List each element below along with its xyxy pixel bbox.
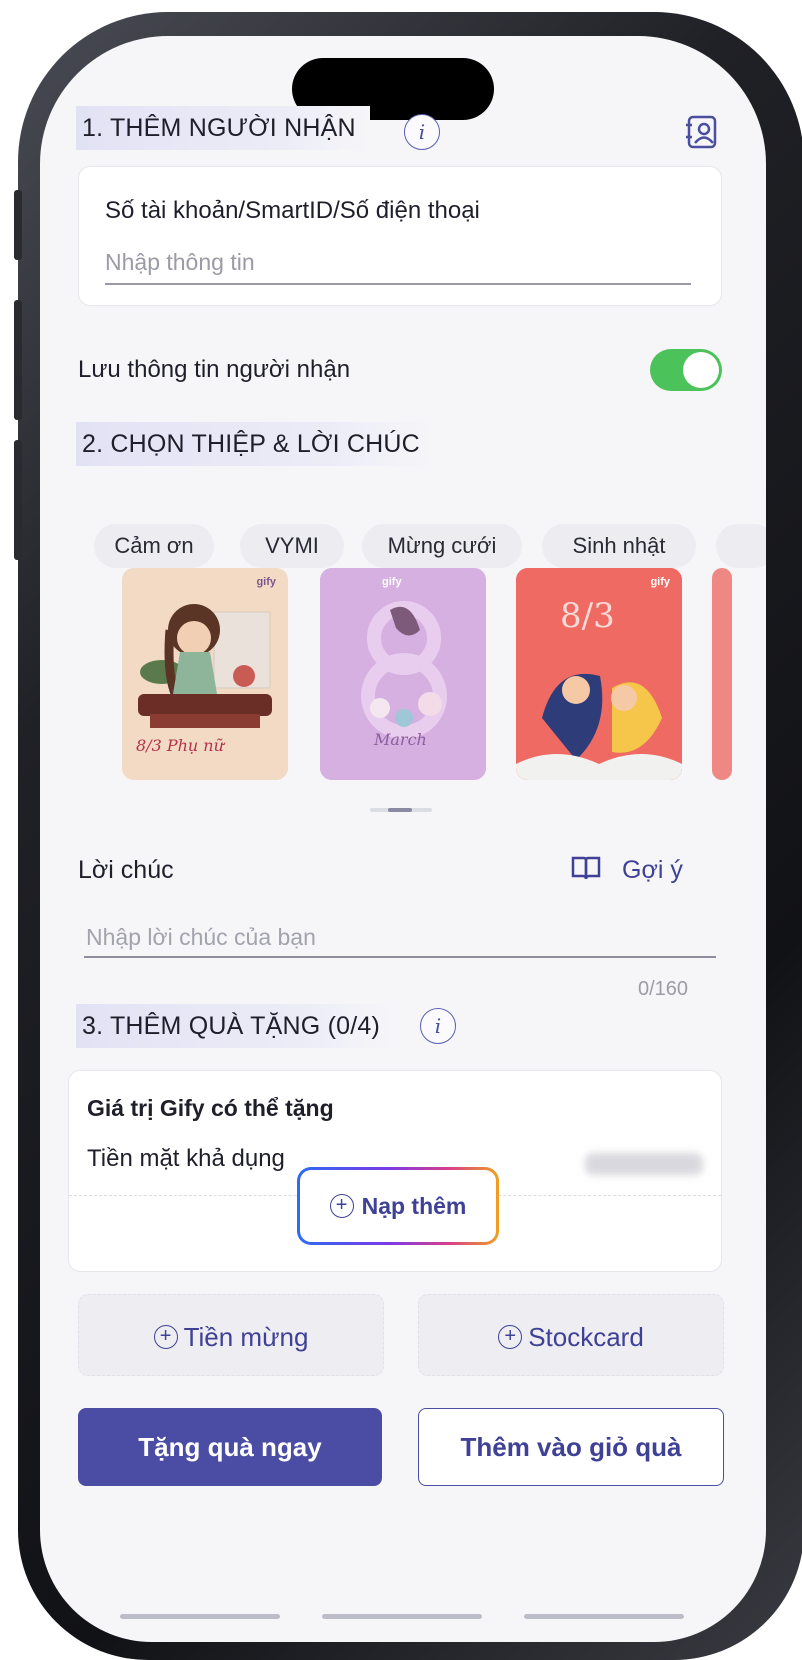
topup-button[interactable]: + Nạp thêm [300, 1170, 496, 1242]
greeting-card-brand: gify [382, 576, 402, 588]
phone-side-button [14, 190, 22, 260]
app-screen: 1. THÊM NGƯỜI NHẬN i Số tài khoản/SmartI… [40, 36, 766, 1642]
category-chip[interactable]: Mừng cưới [362, 524, 522, 568]
plus-circle-icon: + [498, 1325, 523, 1350]
balance-card: Giá trị Gify có thể tặng Tiền mặt khả dụ… [68, 1070, 722, 1272]
greeting-card-caption: March [374, 730, 427, 749]
greeting-card[interactable]: gify March [320, 568, 486, 780]
balance-title: Giá trị Gify có thể tặng [87, 1095, 334, 1121]
phone-side-button [14, 300, 22, 420]
char-counter: 0/160 [638, 978, 689, 1000]
recipient-input[interactable]: Nhập thông tin [105, 249, 255, 276]
save-recipient-label: Lưu thông tin người nhận [78, 356, 351, 383]
gift-now-button[interactable]: Tặng quà ngay [78, 1408, 382, 1486]
suggest-link[interactable]: Gợi ý [622, 856, 683, 885]
tab-indicator [524, 1614, 684, 1619]
category-chip[interactable]: Cảm ơn [94, 524, 214, 568]
section-title-card: 2. CHỌN THIỆP & LỜI CHÚC [76, 422, 434, 466]
phone-side-button [14, 440, 22, 560]
cash-value-blurred [585, 1153, 703, 1175]
info-icon[interactable]: i [404, 114, 440, 150]
greeting-card-partial[interactable] [712, 568, 732, 780]
greeting-card-brand: gify [256, 576, 276, 588]
carousel-pager-active [388, 808, 412, 812]
stockcard-button[interactable]: + Stockcard [418, 1294, 724, 1376]
greeting-card[interactable]: gify 8/3 [516, 568, 682, 780]
save-recipient-toggle[interactable] [650, 349, 722, 391]
recipient-input-card: Số tài khoản/SmartID/Số điện thoại Nhập … [78, 166, 722, 306]
contact-book-icon[interactable] [684, 114, 720, 150]
category-chip-partial[interactable] [716, 524, 766, 568]
toggle-knob [683, 352, 719, 388]
carousel-pager [370, 808, 432, 812]
tab-indicator [120, 1614, 280, 1619]
section-title-gift: 3. THÊM QUÀ TẶNG (0/4) [76, 1004, 394, 1048]
recipient-input-underline [105, 283, 691, 285]
plus-circle-icon: + [329, 1194, 354, 1218]
message-input[interactable]: Nhập lời chúc của bạn [86, 924, 316, 951]
greeting-card-brand: gify [650, 576, 670, 588]
section-title-recipient: 1. THÊM NGƯỜI NHẬN [76, 106, 370, 150]
info-icon[interactable]: i [420, 1008, 456, 1044]
greeting-card[interactable]: gify 8/3 Phụ nữ [122, 568, 288, 780]
add-to-cart-button[interactable]: Thêm vào giỏ quà [418, 1408, 724, 1486]
category-chip[interactable]: Sinh nhật [542, 524, 696, 568]
cash-label: Tiền mặt khả dụng [87, 1145, 285, 1172]
message-label: Lời chúc [78, 856, 174, 884]
plus-circle-icon: + [153, 1325, 178, 1350]
topup-label: Nạp thêm [361, 1193, 467, 1219]
topup-button-frame: + Nạp thêm [297, 1167, 499, 1245]
greeting-card-caption: 8/3 Phụ nữ [136, 736, 224, 755]
tab-indicator [322, 1614, 482, 1619]
category-chip[interactable]: VYMI [240, 524, 344, 568]
recipient-field-label: Số tài khoản/SmartID/Số điện thoại [105, 197, 480, 224]
open-book-icon[interactable] [570, 854, 602, 882]
greeting-card-caption: 8/3 [560, 596, 615, 636]
message-input-underline [84, 956, 716, 958]
lucky-money-button[interactable]: + Tiền mừng [78, 1294, 384, 1376]
